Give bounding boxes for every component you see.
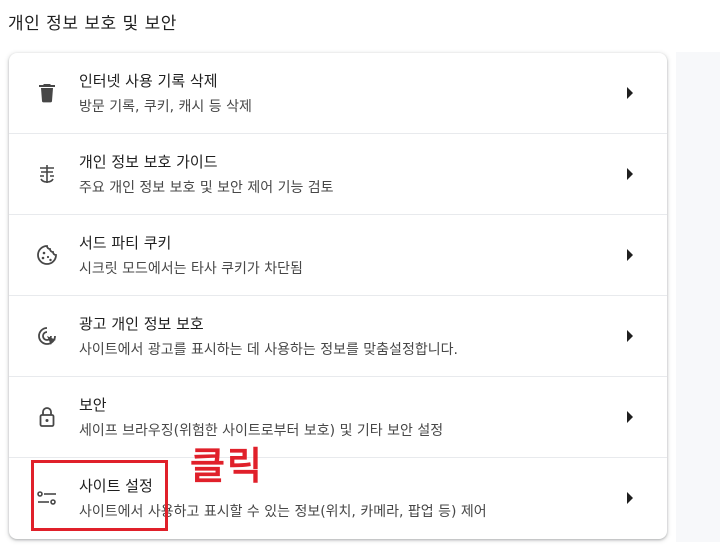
- row-description: 사이트에서 광고를 표시하는 데 사용하는 정보를 맞춤설정합니다.: [79, 342, 458, 358]
- row-title: 개인 정보 보호 가이드: [79, 153, 218, 171]
- row-description: 사이트에서 사용하고 표시할 수 있는 정보(위치, 카메라, 팝업 등) 제어: [79, 504, 487, 520]
- ad-privacy-icon: [35, 324, 59, 348]
- privacy-guide-row[interactable]: 개인 정보 보호 가이드 주요 개인 정보 보호 및 보안 제어 기능 검토: [9, 133, 667, 213]
- privacy-guide-icon: [35, 162, 59, 186]
- section-title: 개인 정보 보호 및 보안: [8, 14, 177, 34]
- privacy-settings-card: 인터넷 사용 기록 삭제 방문 기록, 쿠키, 캐시 등 삭제 개인 정보 보호…: [9, 53, 667, 539]
- chevron-right-icon: [627, 492, 633, 504]
- row-description: 주요 개인 정보 보호 및 보안 제어 기능 검토: [79, 180, 334, 196]
- chevron-right-icon: [627, 330, 633, 342]
- clear-browsing-data-row[interactable]: 인터넷 사용 기록 삭제 방문 기록, 쿠키, 캐시 등 삭제: [9, 53, 667, 133]
- security-row[interactable]: 보안 세이프 브라우징(위험한 사이트로부터 보호) 및 기타 보안 설정: [9, 376, 667, 456]
- trash-icon: [35, 81, 59, 105]
- cookie-icon: [35, 243, 59, 267]
- chevron-right-icon: [627, 411, 633, 423]
- row-title: 인터넷 사용 기록 삭제: [79, 72, 218, 90]
- chevron-right-icon: [627, 87, 633, 99]
- chevron-right-icon: [627, 168, 633, 180]
- row-description: 방문 기록, 쿠키, 캐시 등 삭제: [79, 99, 252, 115]
- lock-icon: [35, 405, 59, 429]
- background-strip: [676, 52, 720, 542]
- row-description: 시크릿 모드에서는 타사 쿠키가 차단됨: [79, 261, 303, 277]
- ad-privacy-row[interactable]: 광고 개인 정보 보호 사이트에서 광고를 표시하는 데 사용하는 정보를 맞춤…: [9, 295, 667, 375]
- row-title: 보안: [79, 396, 107, 414]
- site-settings-row[interactable]: 사이트 설정 사이트에서 사용하고 표시할 수 있는 정보(위치, 카메라, 팝…: [9, 457, 667, 537]
- click-annotation: 클릭: [190, 444, 264, 488]
- row-description: 세이프 브라우징(위험한 사이트로부터 보호) 및 기타 보안 설정: [79, 423, 444, 439]
- site-settings-icon: [35, 486, 59, 510]
- settings-page: 개인 정보 보호 및 보안 인터넷 사용 기록 삭제 방문 기록, 쿠키, 캐시…: [0, 0, 720, 549]
- chevron-right-icon: [627, 249, 633, 261]
- row-title: 사이트 설정: [79, 477, 153, 495]
- third-party-cookies-row[interactable]: 서드 파티 쿠키 시크릿 모드에서는 타사 쿠키가 차단됨: [9, 214, 667, 294]
- row-title: 광고 개인 정보 보호: [79, 315, 204, 333]
- row-title: 서드 파티 쿠키: [79, 234, 172, 252]
